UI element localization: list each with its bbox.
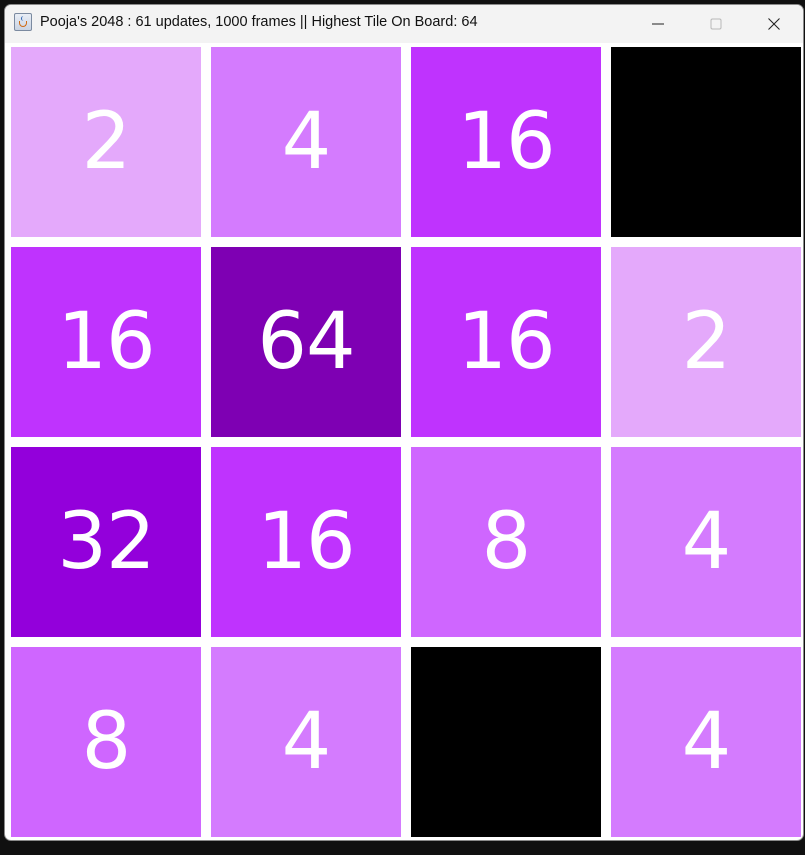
board-tile: 8	[411, 447, 601, 637]
tile-value: 32	[57, 497, 155, 587]
maximize-icon	[710, 18, 722, 30]
board-tile: 16	[11, 247, 201, 437]
window-title: Pooja's 2048 : 61 updates, 1000 frames |…	[40, 14, 478, 30]
game-board[interactable]: 2 4 16 16 64 16 2 32 16 8 4 8 4 4	[11, 47, 803, 840]
java-icon[interactable]	[14, 13, 32, 31]
maximize-button[interactable]	[687, 5, 745, 43]
minimize-icon	[652, 23, 664, 25]
tile-value: 16	[257, 497, 355, 587]
tile-value: 2	[681, 297, 732, 387]
game-window: Pooja's 2048 : 61 updates, 1000 frames |…	[4, 4, 804, 841]
java-cup-mark	[19, 21, 27, 27]
tile-value: 4	[281, 97, 332, 187]
board-tile: 8	[11, 647, 201, 837]
board-tile: 16	[211, 447, 401, 637]
board-tile: 64	[211, 247, 401, 437]
board-tile: 4	[211, 47, 401, 237]
tile-value: 16	[457, 97, 555, 187]
tile-value: 4	[681, 497, 732, 587]
close-button[interactable]	[745, 5, 803, 43]
tile-value: 4	[681, 697, 732, 787]
close-icon	[768, 18, 780, 30]
board-tile: 2	[611, 247, 801, 437]
board-tile: 4	[611, 647, 801, 837]
board-tile: 4	[211, 647, 401, 837]
tile-value: 4	[281, 697, 332, 787]
tile-value: 8	[81, 697, 132, 787]
tile-value: 8	[481, 497, 532, 587]
board-tile: 16	[411, 247, 601, 437]
board-tile: 2	[11, 47, 201, 237]
board-tile: 16	[411, 47, 601, 237]
tile-value: 16	[57, 297, 155, 387]
tile-value: 64	[257, 297, 355, 387]
title-bar[interactable]: Pooja's 2048 : 61 updates, 1000 frames |…	[5, 5, 803, 43]
minimize-button[interactable]	[629, 5, 687, 43]
board-tile: 4	[611, 447, 801, 637]
empty-board-tile	[411, 647, 601, 837]
board-tile: 32	[11, 447, 201, 637]
tile-value: 2	[81, 97, 132, 187]
empty-board-tile	[611, 47, 801, 237]
tile-value: 16	[457, 297, 555, 387]
